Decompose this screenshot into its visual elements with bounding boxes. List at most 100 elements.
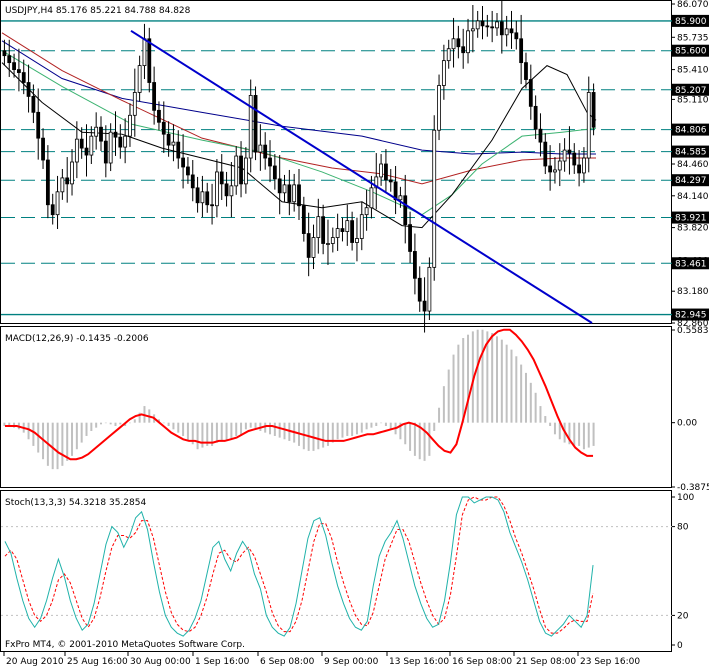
price-axis: 86.07085.73585.41085.11084.79084.46084.1… xyxy=(672,0,709,651)
macd-histogram-bar xyxy=(467,334,470,423)
macd-header: MACD(12,26,9) -0.1435 -0.2006 xyxy=(5,334,149,344)
candle-body xyxy=(355,238,359,243)
candle-body xyxy=(326,243,330,245)
candle-body xyxy=(277,178,282,194)
level-label: 84.806 xyxy=(675,126,707,136)
macd-histogram-bar xyxy=(409,422,412,451)
candle-body xyxy=(84,147,89,156)
candle-body xyxy=(340,228,345,232)
macd-histogram-bar xyxy=(592,422,595,446)
macd-histogram-bar xyxy=(457,344,460,423)
candle-body xyxy=(582,157,586,174)
candle-body xyxy=(26,82,31,97)
time-tick-label: 25 Aug 16:00 xyxy=(67,657,128,667)
macd-histogram-bar xyxy=(215,422,218,443)
stoch-panel-frame xyxy=(0,490,672,652)
macd-histogram-bar xyxy=(220,422,223,441)
candle-body xyxy=(186,166,190,176)
candle-body xyxy=(548,165,553,173)
candle-body xyxy=(272,165,277,180)
macd-histogram-bar xyxy=(66,422,69,461)
stoch-header: Stoch(13,3,3) 54.3218 35.2854 xyxy=(5,498,146,508)
candle-body xyxy=(224,183,229,197)
candle-body xyxy=(413,251,417,279)
macd-histogram-bar xyxy=(442,386,445,423)
candle-body xyxy=(287,184,292,203)
candle-body xyxy=(103,140,108,164)
candle-body xyxy=(384,163,388,181)
candle-body xyxy=(499,21,504,36)
level-label: 82.945 xyxy=(675,311,707,321)
candle-body xyxy=(239,155,243,185)
macd-panel-frame xyxy=(0,326,672,488)
macd-histogram-bar xyxy=(90,422,93,431)
stoch-signal-line xyxy=(4,496,594,634)
macd-histogram-bar xyxy=(196,422,199,450)
candle-body xyxy=(190,174,195,189)
candle-body xyxy=(200,191,205,204)
trendline-group xyxy=(130,29,593,324)
candle-body xyxy=(89,135,94,156)
macd-histogram-bar xyxy=(365,422,368,430)
macd-histogram-bar xyxy=(61,422,64,466)
candle-body xyxy=(7,55,12,64)
macd-histogram-bar xyxy=(433,422,436,431)
macd-histogram-bar xyxy=(510,349,513,423)
candle-body xyxy=(495,21,499,29)
macd-histogram-bar xyxy=(331,422,334,443)
macd-histogram-bar xyxy=(428,422,431,456)
trendline[interactable] xyxy=(130,29,593,324)
macd-histogram-bar xyxy=(27,422,30,440)
candle-body xyxy=(243,157,248,185)
macd-series xyxy=(3,328,595,470)
candle-body xyxy=(359,214,364,239)
macd-histogram-bar xyxy=(384,422,387,426)
candle-body xyxy=(591,92,596,128)
candle-body xyxy=(466,30,470,54)
candle-body xyxy=(403,195,408,226)
time-tick-label: 1 Sep 16:00 xyxy=(195,657,250,667)
chart-window[interactable]: 86.07085.73585.41085.11084.79084.46084.1… xyxy=(0,0,709,668)
candle-body xyxy=(74,138,79,163)
macd-histogram-bar xyxy=(225,422,228,441)
candle-body xyxy=(60,177,65,193)
candle-body xyxy=(258,144,263,153)
candle-body xyxy=(79,138,84,149)
candle-body xyxy=(282,184,287,194)
stoch-tick-label: 80 xyxy=(677,523,689,533)
candle-body xyxy=(456,38,461,48)
macd-histogram-bar xyxy=(539,406,542,423)
candle-body xyxy=(166,133,171,146)
price-tick-label: 85.110 xyxy=(677,95,709,105)
candle-body xyxy=(219,171,224,185)
time-tick-label: 13 Sep 16:00 xyxy=(389,657,449,667)
macd-histogram-bar xyxy=(336,422,339,440)
candle-body xyxy=(229,185,234,197)
candle-body xyxy=(36,111,41,139)
macd-histogram-bar xyxy=(355,422,358,435)
candle-body xyxy=(123,135,128,148)
candle-body xyxy=(306,233,311,258)
level-label: 83.461 xyxy=(675,259,707,269)
candle-body xyxy=(17,69,21,73)
candle-body xyxy=(297,184,301,207)
horizontal-levels xyxy=(1,20,672,316)
candle-body xyxy=(128,114,132,137)
candle-body xyxy=(364,207,369,216)
time-tick-label: 30 Aug 00:00 xyxy=(130,657,191,667)
candle-body xyxy=(562,149,567,162)
macd-histogram-bar xyxy=(404,422,407,445)
candle-body xyxy=(543,141,548,167)
macd-histogram-bar xyxy=(462,338,465,423)
candle-body xyxy=(398,195,403,201)
macd-tick-label: -0.3875 xyxy=(677,483,709,493)
stoch-tick-label: 100 xyxy=(677,493,694,503)
candle-body xyxy=(572,152,577,166)
macd-histogram-bar xyxy=(317,422,320,450)
macd-histogram-bar xyxy=(95,422,98,428)
macd-histogram-bar xyxy=(167,422,170,426)
macd-histogram-bar xyxy=(578,422,581,446)
macd-histogram-bar xyxy=(351,422,354,436)
level-label: 85.600 xyxy=(675,47,707,57)
chart-canvas[interactable]: 86.07085.73585.41085.11084.79084.46084.1… xyxy=(0,0,709,668)
